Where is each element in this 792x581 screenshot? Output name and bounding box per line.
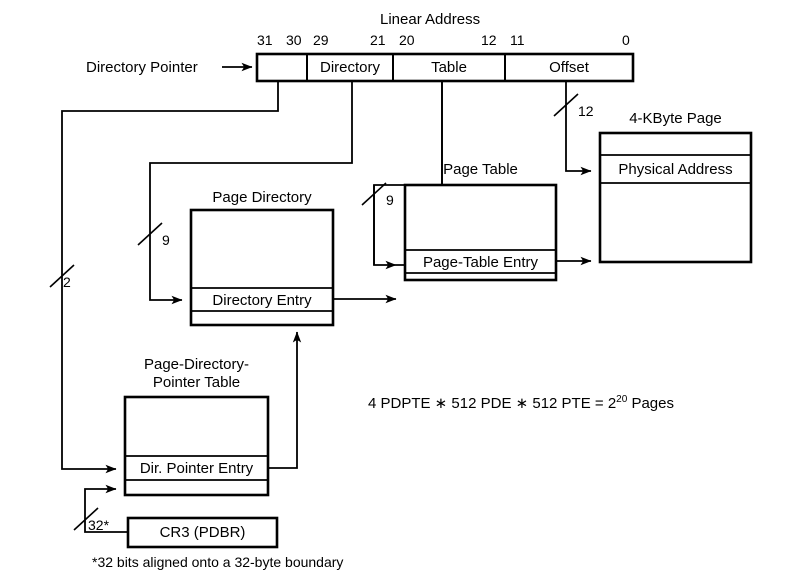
dir-pointer-entry-label: Dir. Pointer Entry — [139, 460, 254, 477]
page-table-entry-label: Page-Table Entry — [422, 254, 539, 271]
pages-equation-exponent: 20 — [616, 394, 628, 405]
offset-slash-mark — [553, 93, 579, 117]
directory-entry-label: Directory Entry — [212, 292, 312, 309]
slash-width-cr3: 32* — [88, 517, 110, 533]
footnote: *32 bits aligned onto a 32-byte boundary — [92, 554, 344, 570]
bit-label-21: 21 — [370, 32, 386, 48]
diagram-canvas: Linear Address 31 30 29 21 20 12 11 0 Di… — [0, 0, 792, 581]
pages-equation: 4 PDPTE ∗ 512 PDE ∗ 512 PTE = 220 Pages — [368, 394, 674, 412]
slash-width-table: 9 — [386, 192, 394, 208]
slash-width-dirpointer: 2 — [63, 274, 71, 290]
four-kbyte-page-title: 4-KByte Page — [629, 110, 722, 127]
pages-equation-suffix: Pages — [627, 395, 674, 412]
directory-pointer-label: Directory Pointer — [86, 59, 198, 76]
offset-to-page-connector — [565, 81, 592, 176]
bit-label-31: 31 — [257, 32, 273, 48]
linear-address-field-offset: Offset — [549, 59, 589, 76]
page-directory-title: Page Directory — [212, 189, 312, 206]
pdpt-box — [123, 395, 270, 497]
pdpt-title-line2: Pointer Table — [152, 374, 241, 391]
diagram-title: Linear Address — [380, 11, 481, 28]
slash-width-offset: 12 — [578, 103, 594, 119]
table-slash-mark — [361, 182, 387, 206]
pdpt-title-line1: Page-Directory- — [143, 356, 250, 373]
bit-label-0: 0 — [622, 32, 630, 48]
physical-address-label: Physical Address — [618, 161, 733, 178]
four-kbyte-page-box — [598, 131, 753, 264]
linear-address-field-directory: Directory — [319, 59, 380, 76]
linear-address-field-table: Table — [431, 59, 467, 76]
bit-label-11: 11 — [510, 32, 525, 48]
page-table-title: Page Table — [443, 161, 518, 178]
dirptrentry-to-pagedir-connector — [268, 331, 302, 469]
bit-label-12: 12 — [481, 32, 497, 48]
cr3-label: CR3 (PDBR) — [159, 524, 246, 541]
directory-slash-mark — [137, 222, 163, 246]
bit-label-20: 20 — [399, 32, 415, 48]
slash-width-directory: 9 — [162, 232, 170, 248]
diagram-vector-layer — [49, 52, 753, 549]
pages-equation-prefix: 4 PDPTE ∗ 512 PDE ∗ 512 PTE = 2 — [368, 395, 617, 412]
bit-label-30: 30 — [286, 32, 302, 48]
bit-label-29: 29 — [313, 32, 329, 48]
dirptr-bits-to-pdpt-connector — [61, 81, 279, 474]
